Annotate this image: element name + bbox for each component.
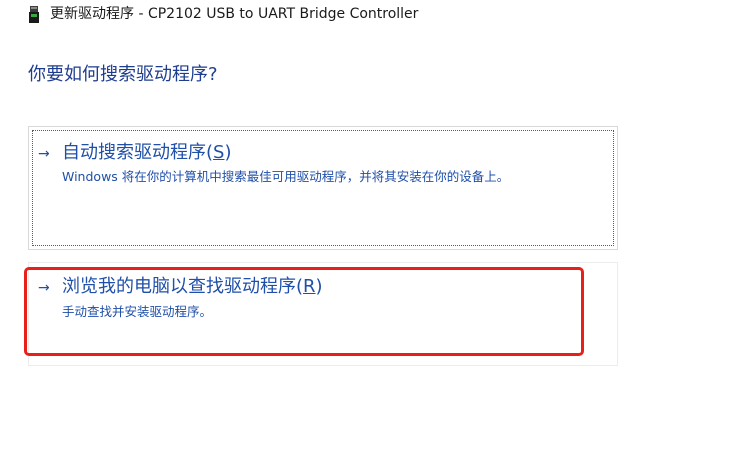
browse-title: 浏览我的电脑以查找驱动程序(R) — [62, 275, 323, 299]
auto-search-title-suffix: ) — [224, 142, 232, 163]
window-title: 更新驱动程序 - CP2102 USB to UART Bridge Contr… — [50, 6, 419, 22]
auto-search-description: Windows 将在你的计算机中搜索最佳可用驱动程序，并将其安装在你的设备上。 — [62, 169, 510, 184]
auto-search-title: 自动搜索驱动程序(S) — [62, 141, 232, 165]
arrow-right-icon: → — [38, 280, 50, 296]
usb-device-icon — [29, 6, 39, 23]
browse-title-prefix: 浏览我的电脑以查找驱动程序( — [62, 276, 304, 297]
auto-search-title-prefix: 自动搜索驱动程序( — [62, 142, 214, 163]
title-bar: 更新驱动程序 - CP2102 USB to UART Bridge Contr… — [0, 0, 733, 28]
browse-accelerator-key: R — [303, 276, 316, 297]
arrow-right-icon: → — [38, 146, 50, 162]
auto-search-drivers-option[interactable]: → 自动搜索驱动程序(S) Windows 将在你的计算机中搜索最佳可用驱动程序… — [28, 126, 618, 250]
browse-title-suffix: ) — [315, 276, 323, 297]
auto-search-accelerator-key: S — [213, 142, 225, 163]
browse-computer-drivers-option[interactable]: → 浏览我的电脑以查找驱动程序(R) 手动查找并安装驱动程序。 — [28, 262, 618, 366]
page-heading: 你要如何搜索驱动程序? — [28, 64, 218, 85]
browse-description: 手动查找并安装驱动程序。 — [62, 304, 213, 319]
